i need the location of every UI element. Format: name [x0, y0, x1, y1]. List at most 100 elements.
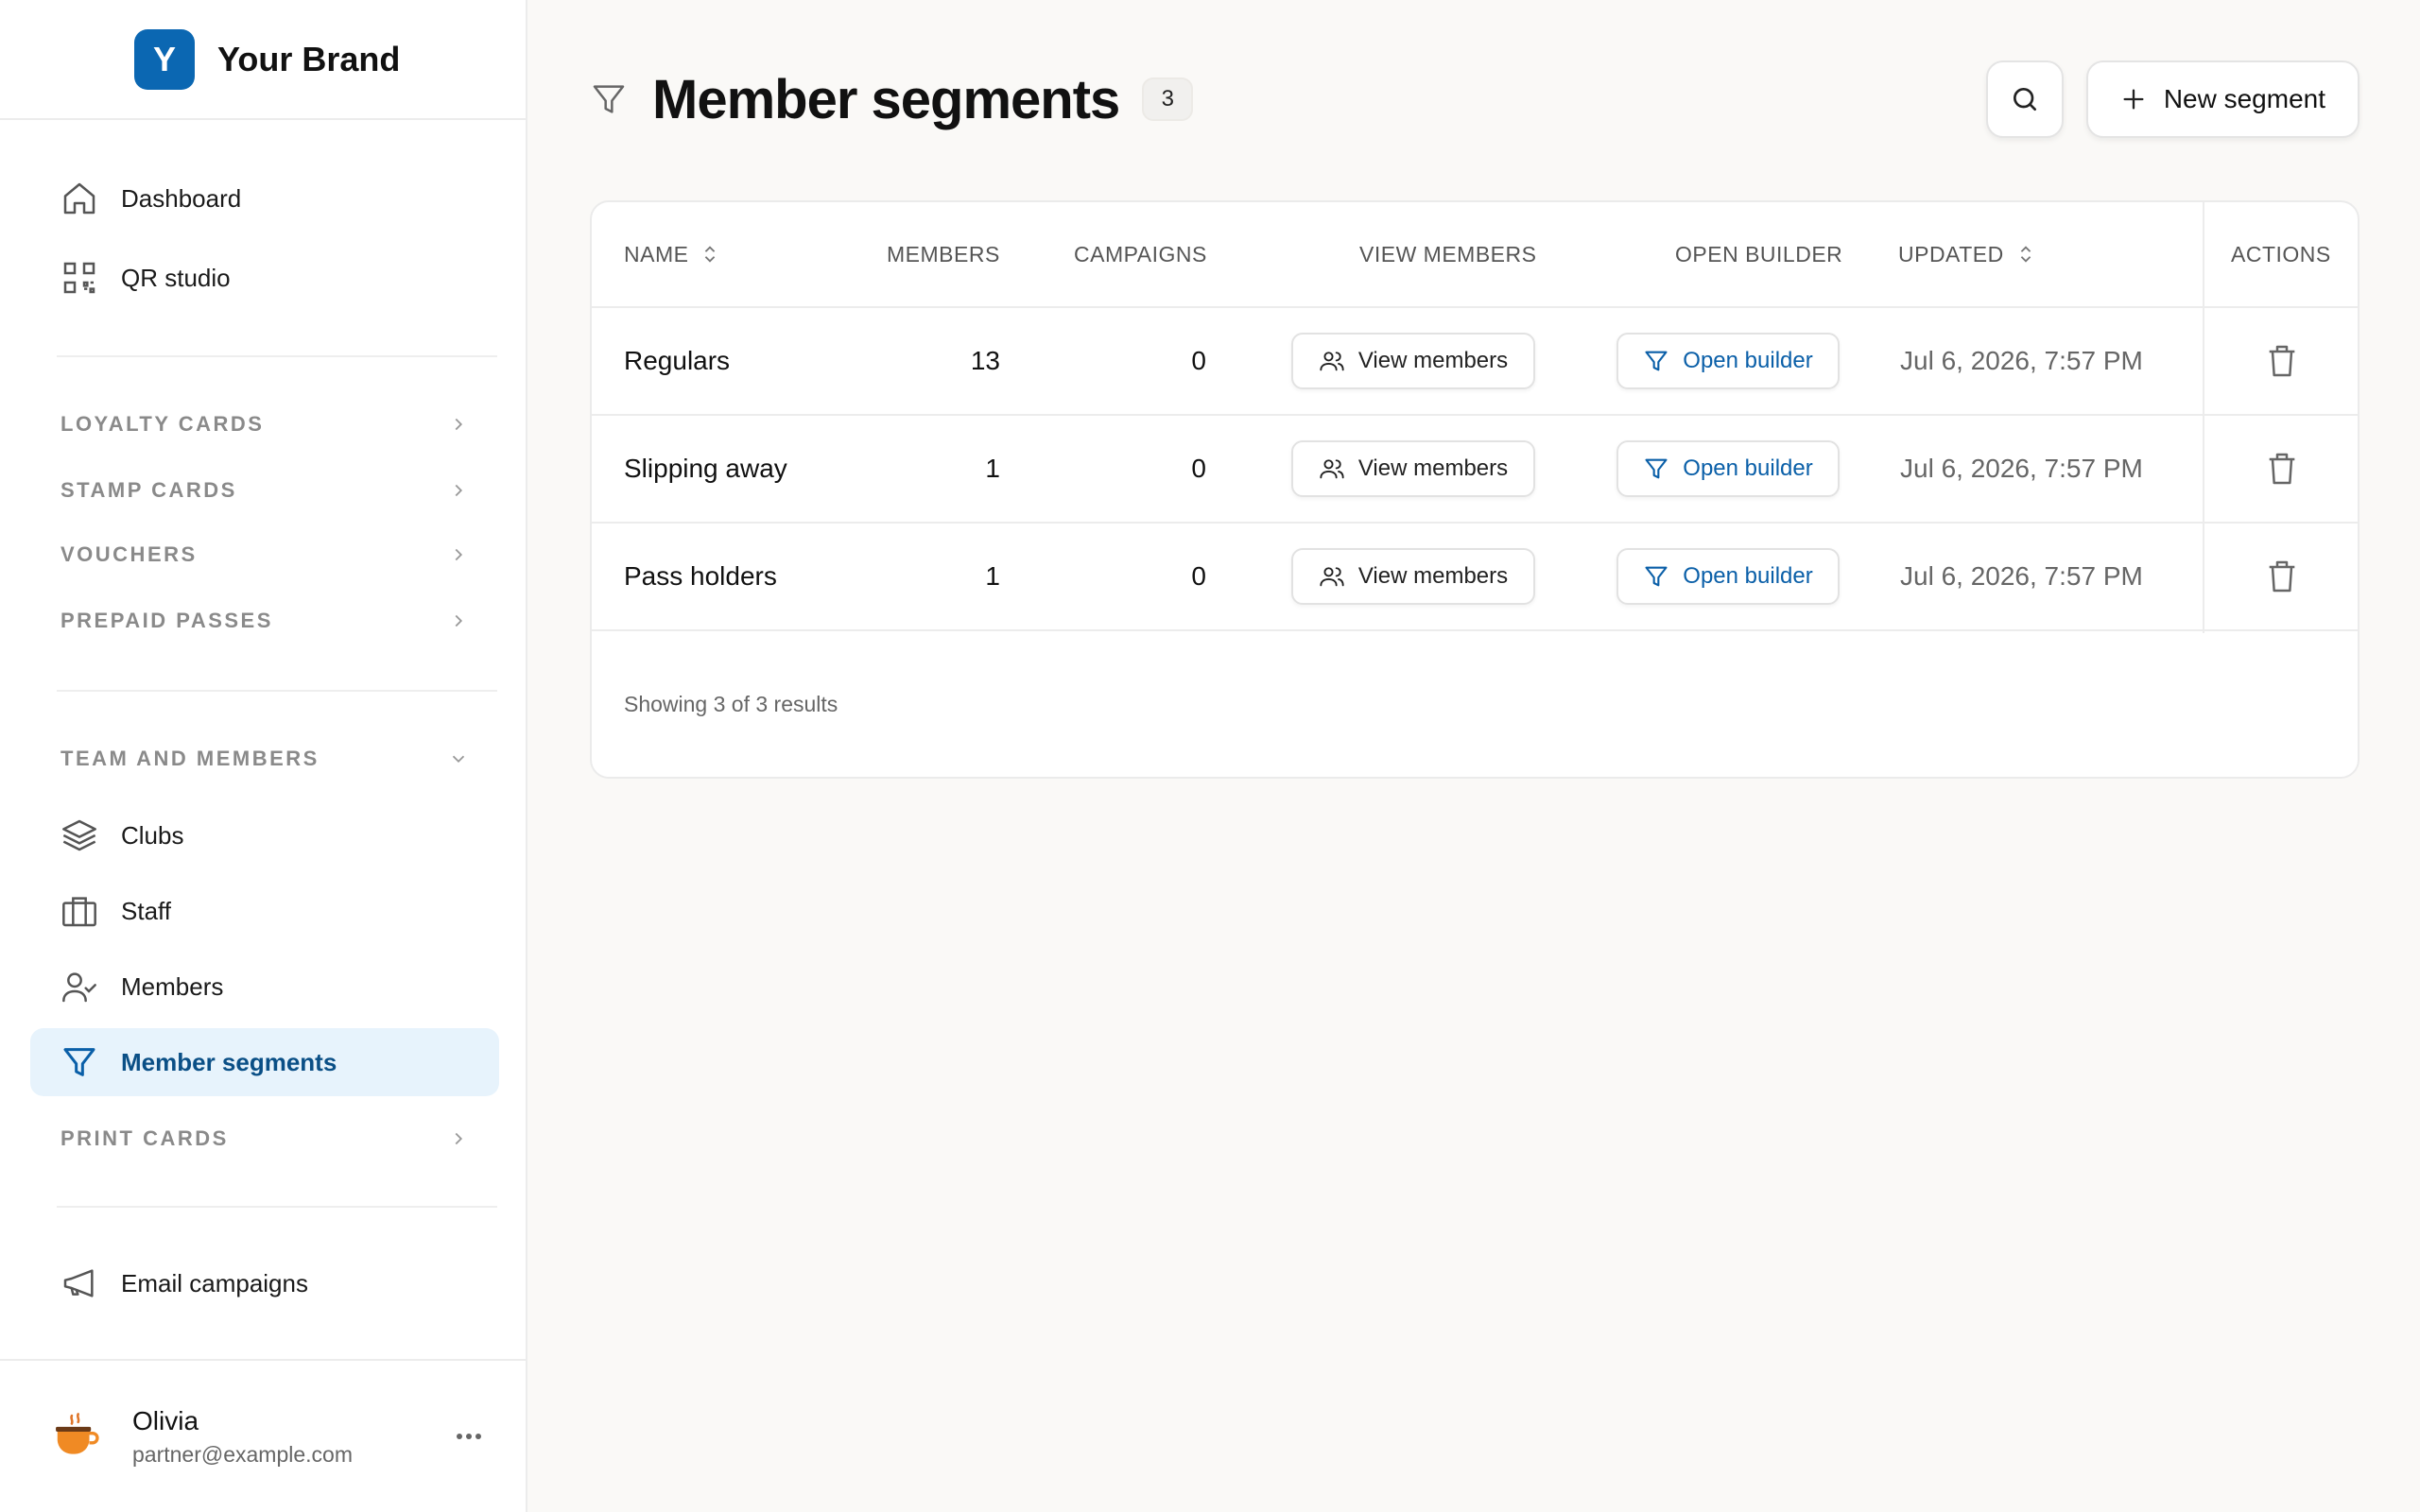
layers-icon	[60, 816, 98, 854]
sidebar-item-qr-studio[interactable]: QR studio	[30, 244, 499, 312]
filter-icon	[1645, 566, 1668, 587]
trash-icon[interactable]	[2263, 558, 2301, 595]
column-view-members: VIEW MEMBERS	[1359, 202, 1536, 306]
sidebar-group-label: STAMP CARDS	[60, 478, 237, 502]
home-icon	[60, 180, 98, 217]
sidebar-item-dashboard[interactable]: Dashboard	[30, 164, 499, 232]
users-icon	[1320, 459, 1344, 479]
sidebar-item-members[interactable]: Members	[30, 953, 499, 1021]
sidebar-group-print-cards[interactable]: PRINT CARDS	[30, 1113, 499, 1164]
sidebar-group-stamp-cards[interactable]: STAMP CARDS	[30, 465, 499, 516]
sidebar: Y Your Brand Dashboard QR studio LOYALTY…	[0, 0, 527, 1512]
sort-icon	[2020, 246, 2031, 263]
table-row: Regulars 13 0 View members Open builder …	[592, 308, 2358, 416]
new-segment-label: New segment	[2163, 84, 2325, 113]
column-name[interactable]: NAME	[624, 202, 720, 306]
users-icon	[1320, 567, 1344, 587]
brand-name: Your Brand	[217, 39, 401, 78]
sidebar-group-prepaid-passes[interactable]: PREPAID PASSES	[30, 595, 499, 646]
open-builder-button[interactable]: Open builder	[1616, 333, 1840, 389]
chevron-down-icon	[452, 755, 465, 764]
sidebar-item-staff[interactable]: Staff	[30, 877, 499, 945]
megaphone-icon	[60, 1264, 98, 1302]
column-label: CAMPAIGNS	[1074, 241, 1207, 266]
new-segment-button[interactable]: New segment	[2085, 60, 2360, 138]
page-title: Member segments	[652, 68, 1120, 130]
column-label: UPDATED	[1898, 241, 2004, 266]
sidebar-group-vouchers[interactable]: VOUCHERS	[30, 529, 499, 580]
open-builder-button[interactable]: Open builder	[1616, 548, 1840, 605]
view-members-label: View members	[1357, 563, 1509, 589]
column-updated[interactable]: UPDATED	[1898, 202, 2036, 306]
sidebar-group-label: LOYALTY CARDS	[60, 412, 265, 436]
updated-date: Jul 6, 2026, 7:57 PM	[1900, 561, 2143, 591]
members-count: 1	[985, 561, 1000, 591]
open-builder-button[interactable]: Open builder	[1616, 440, 1840, 497]
column-campaigns: CAMPAIGNS	[1074, 202, 1207, 306]
sidebar-group-loyalty-cards[interactable]: LOYALTY CARDS	[30, 399, 499, 450]
chevron-right-icon	[455, 614, 463, 627]
sidebar-group-team-and-members[interactable]: TEAM AND MEMBERS	[30, 733, 499, 784]
trash-icon[interactable]	[2263, 450, 2301, 488]
sidebar-group-label: PREPAID PASSES	[60, 609, 273, 632]
members-count: 1	[985, 454, 1000, 483]
sidebar-item-label: Clubs	[121, 820, 184, 850]
sidebar-item-label: Members	[121, 971, 224, 1001]
briefcase-icon	[60, 892, 98, 930]
campaigns-count: 0	[1191, 561, 1206, 591]
column-open-builder: OPEN BUILDER	[1675, 202, 1842, 306]
filter-icon	[1645, 351, 1668, 371]
column-label: VIEW MEMBERS	[1359, 241, 1537, 266]
header-actions: New segment	[1985, 60, 2360, 138]
user-check-icon	[60, 968, 98, 1005]
coffee-cup-avatar-icon	[51, 1411, 102, 1462]
sidebar-item-label: Member segments	[121, 1047, 337, 1076]
sidebar-group-label: TEAM AND MEMBERS	[60, 747, 320, 770]
chevron-right-icon	[455, 548, 463, 561]
view-members-button[interactable]: View members	[1291, 333, 1535, 389]
sidebar-divider	[57, 1206, 497, 1208]
sidebar-item-label: Staff	[121, 896, 172, 925]
chevron-right-icon	[455, 484, 463, 497]
chevron-right-icon	[455, 418, 463, 431]
updated-date: Jul 6, 2026, 7:57 PM	[1900, 346, 2143, 375]
sort-icon	[705, 246, 716, 263]
table-row: Pass holders 1 0 View members Open build…	[592, 524, 2358, 631]
count-badge: 3	[1142, 77, 1194, 121]
user-email: partner@example.com	[132, 1441, 353, 1467]
sidebar-item-clubs[interactable]: Clubs	[30, 801, 499, 869]
table-row: Slipping away 1 0 View members Open buil…	[592, 416, 2358, 524]
column-label: OPEN BUILDER	[1675, 241, 1843, 266]
column-label: ACTIONS	[2231, 241, 2331, 266]
view-members-label: View members	[1357, 348, 1509, 373]
trash-icon[interactable]	[2263, 342, 2301, 380]
more-horizontal-icon[interactable]	[450, 1427, 488, 1446]
filter-icon	[593, 85, 625, 113]
open-builder-label: Open builder	[1683, 455, 1813, 481]
filter-icon	[60, 1043, 98, 1081]
page-header: Member segments 3 New segment	[590, 57, 2360, 142]
segments-table: NAME MEMBERS CAMPAIGNS VIEW MEMBERS OPEN…	[590, 200, 2360, 779]
search-icon	[2013, 88, 2036, 111]
view-members-button[interactable]: View members	[1291, 548, 1535, 605]
sidebar-divider	[57, 690, 497, 692]
segment-name: Regulars	[624, 346, 731, 375]
column-label: NAME	[624, 241, 689, 266]
view-members-button[interactable]: View members	[1291, 440, 1535, 497]
sidebar-item-label: Dashboard	[121, 183, 242, 213]
sidebar-divider	[57, 355, 497, 357]
brand[interactable]: Y Your Brand	[0, 0, 526, 120]
search-button[interactable]	[1985, 60, 2064, 138]
open-builder-label: Open builder	[1683, 348, 1813, 373]
sidebar-item-email-campaigns[interactable]: Email campaigns	[30, 1249, 499, 1317]
sidebar-item-label: Email campaigns	[121, 1268, 308, 1297]
filter-icon	[1645, 458, 1668, 479]
segment-name: Pass holders	[624, 561, 777, 591]
user-profile[interactable]: Olivia partner@example.com	[0, 1359, 526, 1512]
users-icon	[1320, 352, 1344, 371]
campaigns-count: 0	[1191, 454, 1206, 483]
table-header: NAME MEMBERS CAMPAIGNS VIEW MEMBERS OPEN…	[592, 202, 2358, 308]
sidebar-item-member-segments[interactable]: Member segments	[30, 1028, 499, 1096]
campaigns-count: 0	[1191, 346, 1206, 375]
user-name: Olivia	[132, 1405, 199, 1435]
